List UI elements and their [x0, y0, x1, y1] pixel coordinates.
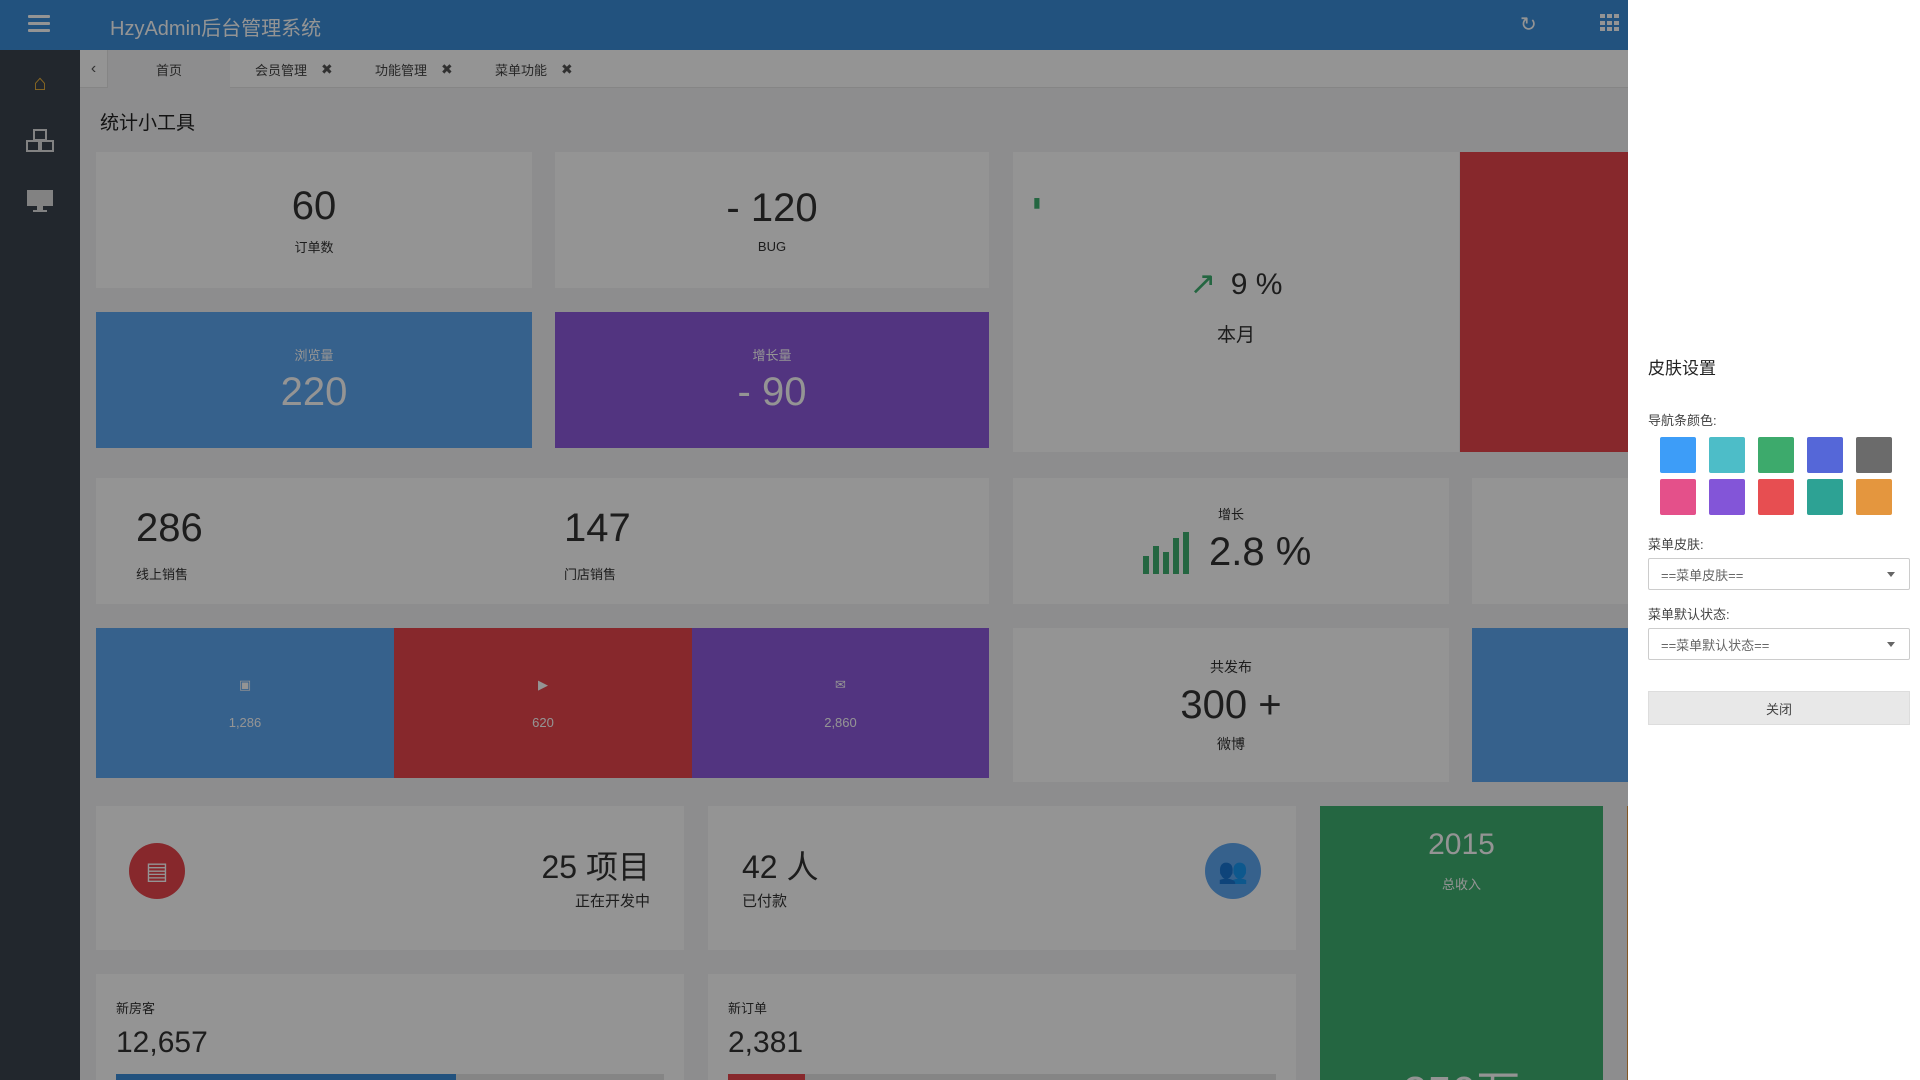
menu-state-select[interactable]: ==菜单默认状态== — [1648, 628, 1910, 660]
color-swatch[interactable] — [1856, 479, 1892, 515]
nav-color-label: 导航条颜色: — [1648, 413, 1717, 428]
panel-title: 皮肤设置 — [1648, 359, 1716, 378]
menu-skin-label: 菜单皮肤: — [1648, 537, 1704, 552]
chevron-down-icon — [1887, 642, 1895, 647]
color-swatch[interactable] — [1709, 479, 1745, 515]
close-button[interactable]: 关闭 — [1648, 691, 1910, 725]
color-swatch[interactable] — [1709, 437, 1745, 473]
skin-settings-panel: 皮肤设置 导航条颜色: 菜单皮肤: ==菜单皮肤== 菜单默认状态: ==菜单默… — [1628, 0, 1920, 1080]
menu-skin-select[interactable]: ==菜单皮肤== — [1648, 558, 1910, 590]
modal-overlay[interactable] — [0, 0, 1628, 1080]
chevron-down-icon — [1887, 572, 1895, 577]
color-swatch[interactable] — [1758, 479, 1794, 515]
color-swatch[interactable] — [1660, 437, 1696, 473]
nav-color-swatches — [1660, 437, 1910, 515]
color-swatch[interactable] — [1758, 437, 1794, 473]
menu-state-value: ==菜单默认状态== — [1661, 637, 1770, 653]
color-swatch[interactable] — [1807, 479, 1843, 515]
color-swatch[interactable] — [1807, 437, 1843, 473]
color-swatch[interactable] — [1856, 437, 1892, 473]
color-swatch[interactable] — [1660, 479, 1696, 515]
menu-skin-value: ==菜单皮肤== — [1661, 567, 1744, 583]
menu-state-label: 菜单默认状态: — [1648, 607, 1730, 622]
